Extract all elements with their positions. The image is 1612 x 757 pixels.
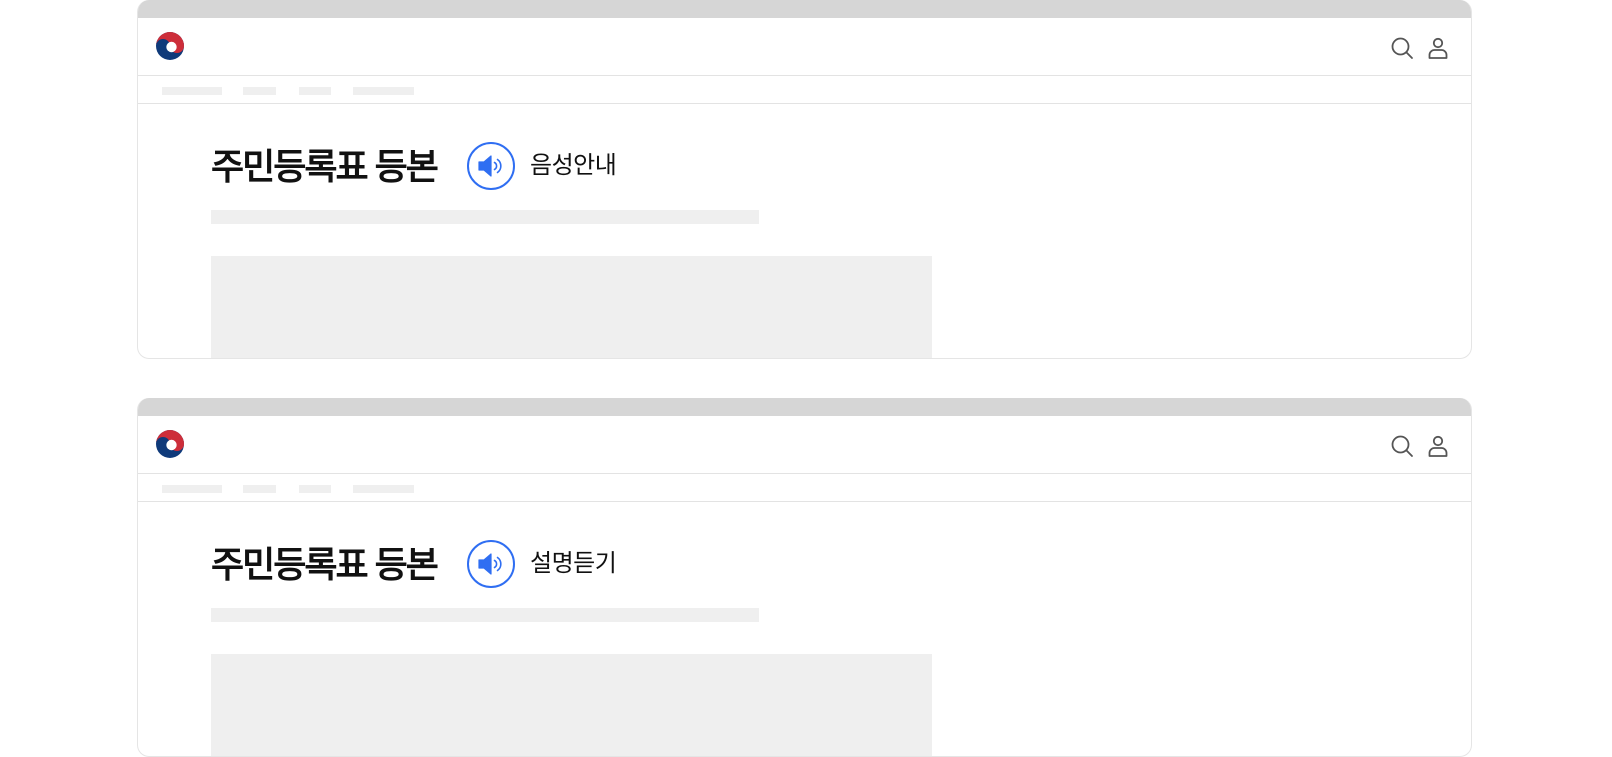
audio-guide-button[interactable]: [467, 540, 515, 588]
browser-top-bar: [138, 0, 1471, 18]
subtitle-placeholder: [211, 210, 759, 224]
ui-variant-frame-2: 주민등록표 등본 설명듣기: [137, 398, 1472, 757]
nav-item-placeholder[interactable]: [162, 87, 222, 95]
speaker-icon: [478, 155, 502, 177]
audio-guide-label[interactable]: 음성안내: [530, 150, 617, 182]
content-placeholder: [211, 256, 932, 358]
content-placeholder: [211, 654, 932, 756]
nav-item-placeholder[interactable]: [243, 87, 276, 95]
speaker-icon: [478, 553, 502, 575]
site-header: [138, 18, 1471, 76]
user-icon[interactable]: [1426, 434, 1450, 458]
nav-item-placeholder[interactable]: [162, 485, 222, 493]
nav-item-placeholder[interactable]: [299, 87, 331, 95]
browser-top-bar: [138, 398, 1471, 416]
user-icon[interactable]: [1426, 36, 1450, 60]
korea-government-emblem-icon[interactable]: [155, 429, 185, 459]
korea-government-emblem-icon[interactable]: [155, 31, 185, 61]
audio-guide-label[interactable]: 설명듣기: [530, 548, 617, 580]
main-nav: [138, 474, 1471, 502]
site-header: [138, 416, 1471, 474]
nav-item-placeholder[interactable]: [299, 485, 331, 493]
subtitle-placeholder: [211, 608, 759, 622]
nav-item-placeholder[interactable]: [243, 485, 276, 493]
search-icon[interactable]: [1390, 36, 1414, 60]
page-title: 주민등록표 등본: [211, 146, 439, 187]
search-icon[interactable]: [1390, 434, 1414, 458]
page-title: 주민등록표 등본: [211, 544, 439, 585]
audio-guide-button[interactable]: [467, 142, 515, 190]
main-nav: [138, 76, 1471, 104]
nav-item-placeholder[interactable]: [353, 87, 414, 95]
nav-item-placeholder[interactable]: [353, 485, 414, 493]
ui-variant-frame-1: 주민등록표 등본 음성안내: [137, 0, 1472, 359]
